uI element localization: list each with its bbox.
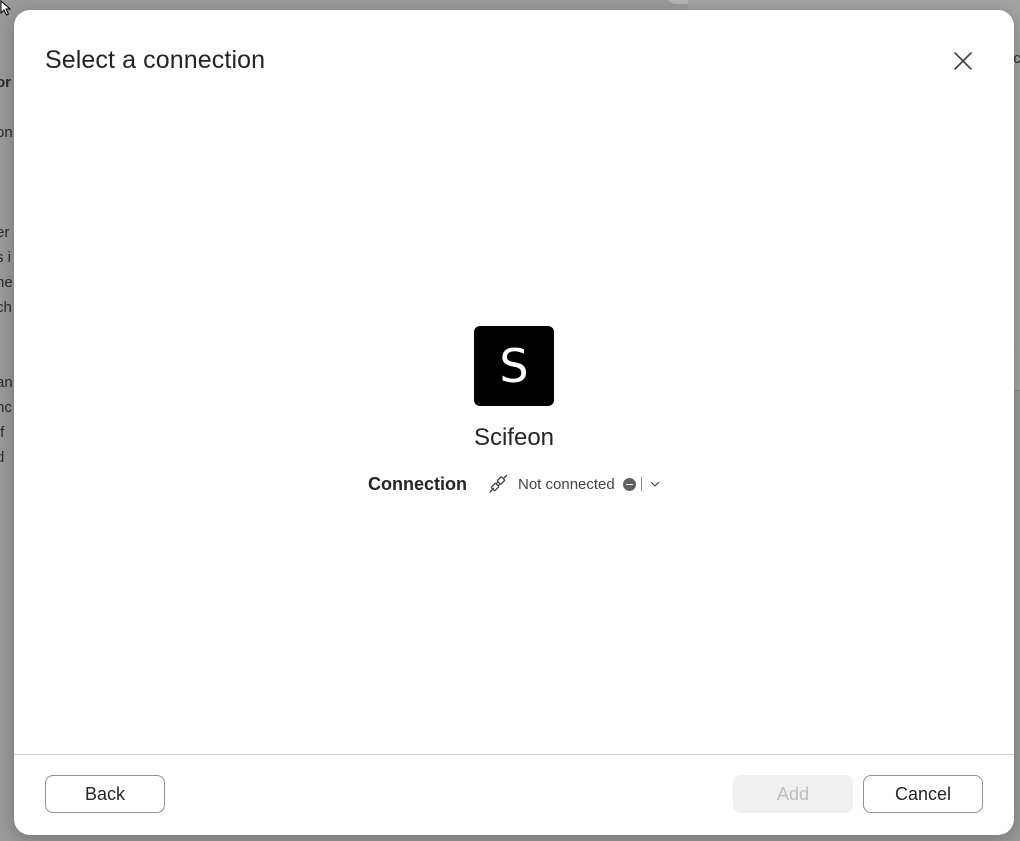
close-icon — [954, 52, 972, 70]
connection-label: Connection — [368, 473, 467, 494]
connection-dropdown[interactable]: Not connected — [487, 473, 661, 495]
connection-status: Not connected — [518, 475, 615, 493]
plug-disconnected-icon — [487, 473, 509, 495]
cancel-button[interactable]: Cancel — [863, 775, 983, 813]
mouse-cursor-icon — [0, 0, 12, 16]
back-button[interactable]: Back — [45, 775, 165, 813]
chevron-down-icon — [649, 478, 661, 490]
close-button[interactable] — [946, 44, 980, 78]
select-connection-dialog: Select a connection S Scifeon Connection — [14, 10, 1014, 835]
connection-row: Connection Not connected — [368, 470, 661, 498]
app-name: Scifeon — [473, 424, 555, 451]
footer-divider — [14, 754, 1014, 755]
app-logo: S — [474, 326, 554, 406]
separator — [640, 477, 642, 491]
add-button[interactable]: Add — [733, 775, 853, 813]
disconnected-status-icon — [622, 477, 636, 491]
dialog-title: Select a connection — [45, 46, 266, 74]
app-info: S Scifeon — [14, 326, 1014, 452]
